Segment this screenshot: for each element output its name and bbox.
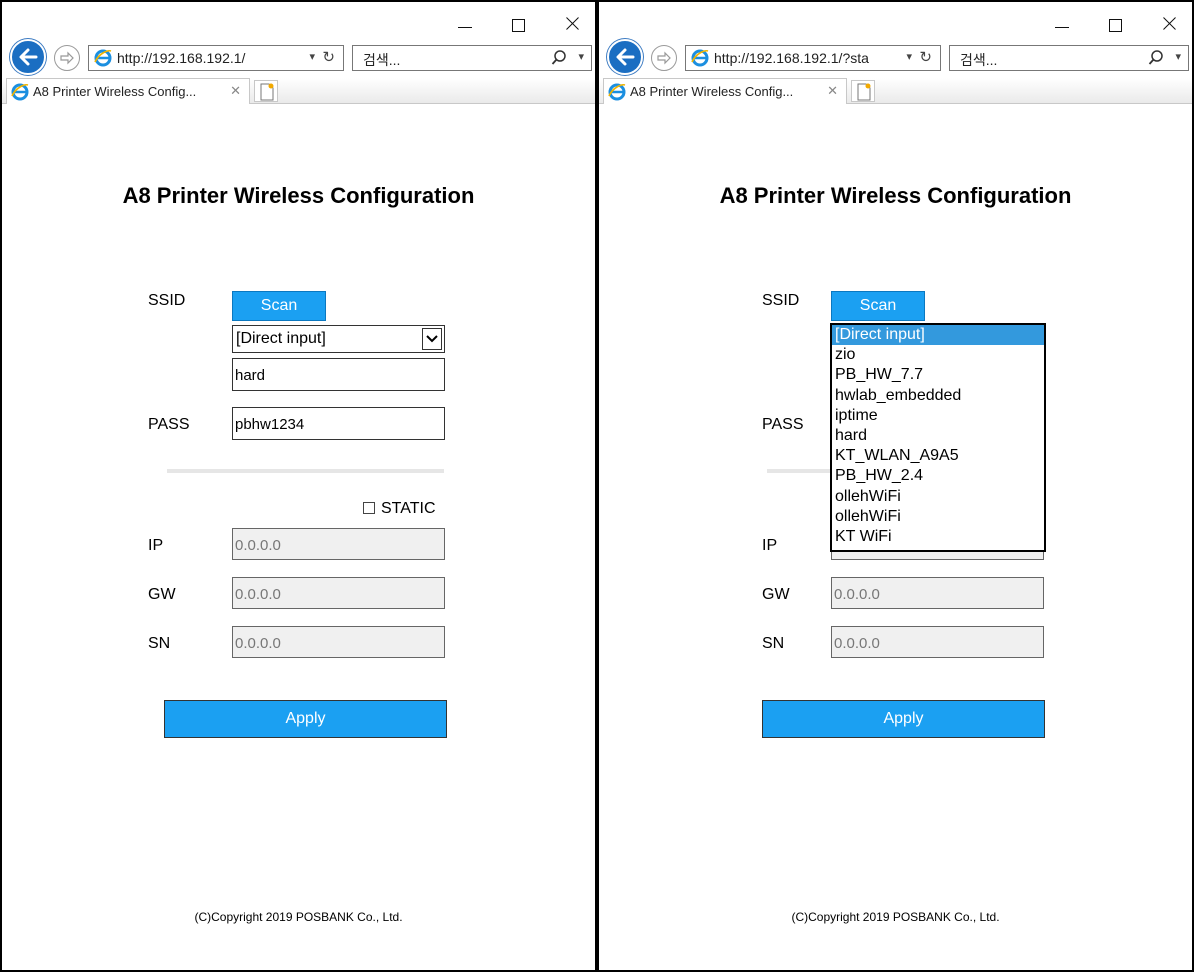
ip-input[interactable]: 0.0.0.0: [232, 528, 445, 560]
sn-input[interactable]: 0.0.0.0: [831, 626, 1044, 658]
ie-browser-icon: [11, 83, 29, 104]
gw-label: GW: [762, 586, 790, 603]
copyright-text: (C)Copyright 2019 POSBANK Co., Ltd.: [194, 910, 403, 924]
gw-input[interactable]: 0.0.0.0: [232, 577, 445, 609]
sn-label: SN: [762, 635, 785, 652]
divider: [167, 469, 444, 473]
ssid-option[interactable]: KT WiFi: [832, 527, 1044, 547]
ssid-label: SSID: [148, 292, 186, 309]
title-bar: [2, 2, 595, 36]
maximize-icon[interactable]: [510, 16, 526, 32]
ie-browser-icon: [691, 49, 709, 70]
static-checkbox[interactable]: STATIC: [363, 500, 436, 518]
search-placeholder: 검색...: [363, 52, 401, 68]
magnifier-icon[interactable]: [551, 49, 567, 70]
ssid-input[interactable]: hard: [232, 358, 445, 391]
pass-label: PASS: [148, 416, 190, 433]
ssid-select[interactable]: [Direct input]: [232, 325, 445, 353]
tab-title: A8 Printer Wireless Config...: [33, 84, 197, 99]
gw-label: GW: [148, 586, 176, 603]
ssid-option[interactable]: ollehWiFi: [832, 507, 1044, 527]
chevron-down-icon[interactable]: ▾: [906, 50, 912, 63]
back-arrow-icon[interactable]: [10, 39, 46, 75]
minimize-icon[interactable]: [1054, 16, 1070, 32]
magnifier-icon[interactable]: [1148, 49, 1164, 70]
close-icon[interactable]: [564, 16, 580, 32]
ssid-option[interactable]: ollehWiFi: [832, 487, 1044, 507]
tab-title: A8 Printer Wireless Config...: [630, 84, 794, 99]
apply-button[interactable]: Apply: [164, 700, 447, 738]
ie-browser-icon: [608, 83, 626, 104]
new-tab-icon[interactable]: [851, 80, 875, 102]
address-url: http://192.168.192.1/?sta: [714, 50, 869, 66]
close-icon[interactable]: [1161, 16, 1177, 32]
navigation-bar: http://192.168.192.1/ ▾ ↻ 검색... ▾: [2, 38, 595, 76]
ssid-option[interactable]: hard: [832, 426, 1044, 446]
ssid-option[interactable]: hwlab_embedded: [832, 386, 1044, 406]
ssid-option[interactable]: KT_WLAN_A9A5: [832, 446, 1044, 466]
scan-button[interactable]: Scan: [232, 291, 326, 321]
ssid-option[interactable]: PB_HW_7.7: [832, 365, 1044, 385]
back-arrow-icon[interactable]: [607, 39, 643, 75]
tab-strip: A8 Printer Wireless Config... ✕: [599, 78, 1192, 104]
new-tab-icon[interactable]: [254, 80, 278, 102]
chevron-down-icon[interactable]: ▾: [578, 50, 584, 63]
ssid-option[interactable]: iptime: [832, 406, 1044, 426]
checkbox-box[interactable]: [363, 502, 375, 514]
ssid-label: SSID: [762, 292, 800, 309]
ssid-select-value: [Direct input]: [236, 330, 326, 347]
pass-input[interactable]: pbhw1234: [232, 407, 445, 440]
chevron-down-icon[interactable]: ▾: [309, 50, 315, 63]
ip-label: IP: [148, 537, 164, 554]
ie-browser-icon: [94, 49, 112, 70]
chevron-down-icon[interactable]: [422, 328, 442, 350]
title-bar: [599, 2, 1192, 36]
tab-a8-config[interactable]: A8 Printer Wireless Config... ✕: [603, 78, 847, 104]
refresh-icon[interactable]: ↻: [322, 48, 335, 66]
ip-label: IP: [762, 537, 778, 554]
close-icon[interactable]: ✕: [827, 83, 838, 99]
page-title: A8 Printer Wireless Configuration: [122, 183, 475, 208]
forward-arrow-icon[interactable]: [54, 45, 80, 71]
address-bar[interactable]: http://192.168.192.1/?sta ▾ ↻: [685, 45, 941, 71]
forward-arrow-icon[interactable]: [651, 45, 677, 71]
search-placeholder: 검색...: [960, 52, 998, 68]
address-url: http://192.168.192.1/: [117, 50, 246, 66]
navigation-bar: http://192.168.192.1/?sta ▾ ↻ 검색... ▾: [599, 38, 1192, 76]
search-box[interactable]: 검색... ▾: [949, 45, 1189, 71]
address-bar[interactable]: http://192.168.192.1/ ▾ ↻: [88, 45, 344, 71]
apply-button[interactable]: Apply: [762, 700, 1045, 738]
gw-input[interactable]: 0.0.0.0: [831, 577, 1044, 609]
tab-a8-config[interactable]: A8 Printer Wireless Config... ✕: [6, 78, 250, 104]
pass-label: PASS: [762, 416, 804, 433]
ssid-option[interactable]: PB_HW_2.4: [832, 466, 1044, 486]
refresh-icon[interactable]: ↻: [919, 48, 932, 66]
sn-label: SN: [148, 635, 171, 652]
page-title: A8 Printer Wireless Configuration: [719, 183, 1072, 208]
browser-window-left: http://192.168.192.1/ ▾ ↻ 검색... ▾ A8 Pri…: [0, 0, 597, 972]
maximize-icon[interactable]: [1107, 16, 1123, 32]
ssid-option[interactable]: [Direct input]: [832, 325, 1044, 346]
close-icon[interactable]: ✕: [230, 83, 241, 99]
sn-input[interactable]: 0.0.0.0: [232, 626, 445, 658]
scan-button[interactable]: Scan: [831, 291, 925, 321]
minimize-icon[interactable]: [457, 16, 473, 32]
search-box[interactable]: 검색... ▾: [352, 45, 592, 71]
static-label: STATIC: [381, 500, 436, 517]
ssid-option[interactable]: zio: [832, 345, 1044, 365]
tab-strip: A8 Printer Wireless Config... ✕: [2, 78, 595, 104]
ssid-dropdown-list[interactable]: [Direct input] zio PB_HW_7.7 hwlab_embed…: [830, 323, 1046, 552]
chevron-down-icon[interactable]: ▾: [1175, 50, 1181, 63]
copyright-text: (C)Copyright 2019 POSBANK Co., Ltd.: [791, 910, 1000, 924]
config-page: A8 Printer Wireless Configuration SSID S…: [2, 105, 595, 970]
